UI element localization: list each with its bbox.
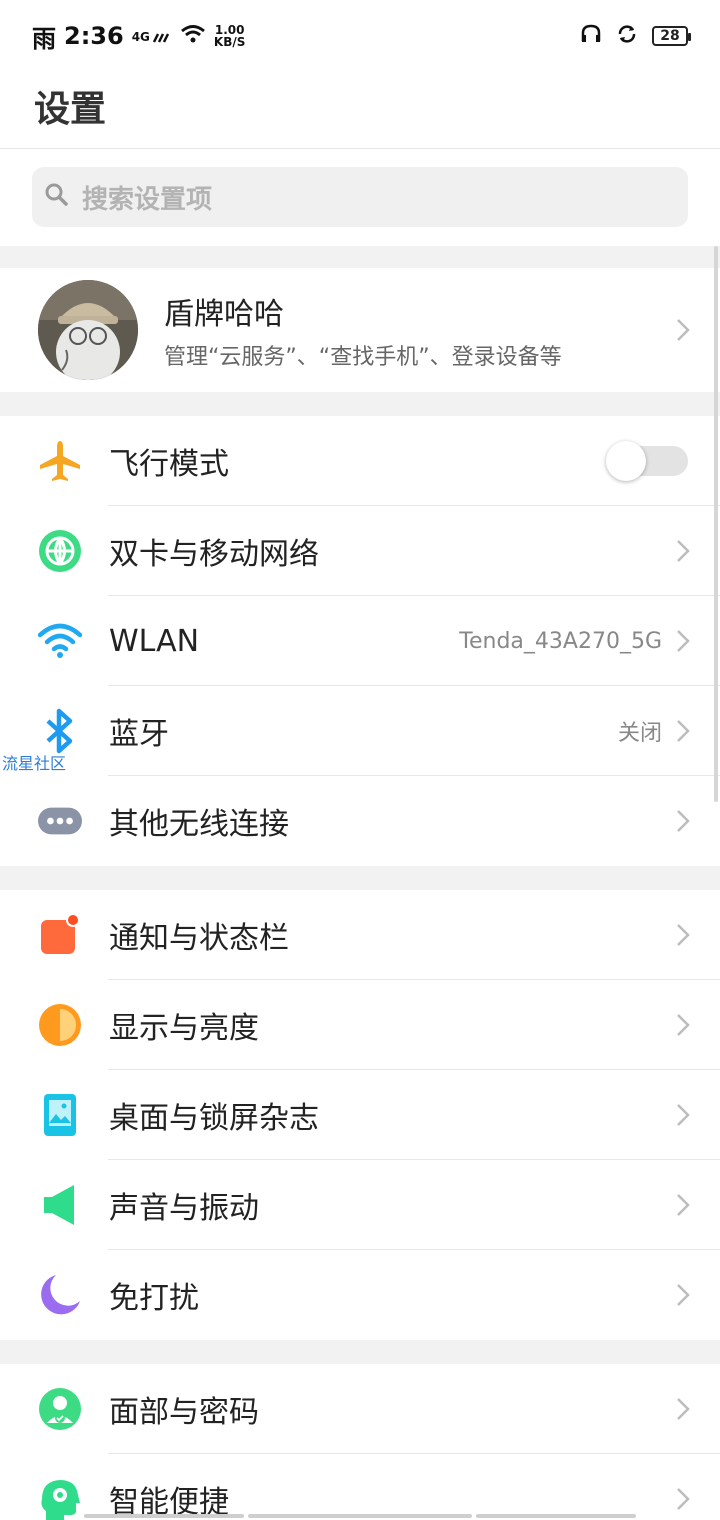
airplane-icon: [38, 439, 82, 483]
battery-icon: 28: [652, 26, 691, 46]
chevron-right-icon: [677, 319, 690, 341]
brightness-icon: [38, 1003, 82, 1047]
scrollbar[interactable]: [714, 246, 718, 802]
settings-item-label: 声音与振动: [109, 1191, 259, 1226]
settings-item-label: 其他无线连接: [109, 807, 289, 842]
sync-icon: [616, 23, 638, 49]
search-icon: [44, 182, 70, 212]
title-divider: [0, 148, 720, 149]
section-gap: [0, 866, 720, 890]
settings-item-notifications[interactable]: 通知与状态栏: [0, 890, 720, 980]
chevron-right-icon: [677, 1284, 690, 1306]
chevron-right-icon: [677, 630, 690, 652]
settings-item-value: Tenda_43A270_5G: [459, 628, 662, 654]
settings-item-value: 关闭: [617, 721, 662, 746]
settings-item-airplane-mode[interactable]: 飞行模式: [0, 416, 720, 506]
settings-item-label: 免打扰: [109, 1281, 199, 1316]
hd-call-icon: [580, 23, 602, 49]
avatar: [38, 280, 138, 380]
net-speed: 1.00 KB/S: [213, 23, 246, 49]
gesture-bar: [84, 1514, 244, 1518]
face-password-icon: [38, 1387, 82, 1431]
settings-item-dual-sim[interactable]: 双卡与移动网络: [0, 506, 720, 596]
chevron-right-icon: [677, 1488, 690, 1510]
status-bar: 雨 2:36 4G 1.00 KB/S 28: [0, 0, 720, 72]
settings-item-display[interactable]: 显示与亮度: [0, 980, 720, 1070]
settings-item-wallpaper[interactable]: 桌面与锁屏杂志: [0, 1070, 720, 1160]
notification-icon: [38, 913, 82, 957]
section-gap: [0, 1340, 720, 1364]
settings-item-label: WLAN: [109, 623, 200, 659]
settings-item-smart-assist[interactable]: 智能便捷: [0, 1454, 720, 1520]
chevron-right-icon: [677, 924, 690, 946]
toggle-knob: [606, 441, 646, 481]
settings-item-do-not-disturb[interactable]: 免打扰: [0, 1250, 720, 1340]
settings-item-label: 双卡与移动网络: [109, 537, 319, 572]
chevron-right-icon: [677, 1104, 690, 1126]
search-input[interactable]: 搜索设置项: [32, 167, 688, 227]
moon-icon: [38, 1273, 82, 1317]
account-name: 盾牌哈哈: [164, 297, 284, 332]
section-gap: [0, 246, 720, 268]
settings-item-label: 桌面与锁屏杂志: [109, 1101, 319, 1136]
settings-item-label: 面部与密码: [109, 1395, 259, 1430]
account-description: 管理“云服务”、“查找手机”、登录设备等: [164, 345, 562, 370]
watermark: 流星社区: [2, 754, 67, 773]
settings-item-label: 飞行模式: [109, 447, 229, 482]
airplane-mode-toggle[interactable]: [606, 441, 688, 481]
gesture-bar: [248, 1514, 472, 1518]
settings-item-label: 通知与状态栏: [109, 921, 289, 956]
chevron-right-icon: [677, 1398, 690, 1420]
more-dots-icon: [38, 799, 82, 843]
chevron-right-icon: [677, 720, 690, 742]
settings-item-label: 蓝牙: [109, 717, 169, 752]
speaker-icon: [38, 1183, 82, 1227]
settings-item-label: 显示与亮度: [109, 1011, 259, 1046]
gesture-bar: [476, 1514, 636, 1518]
chevron-right-icon: [677, 1014, 690, 1036]
smart-head-icon: [38, 1477, 82, 1520]
page-title: 设置: [34, 89, 107, 130]
bluetooth-icon: [38, 708, 82, 754]
wallpaper-icon: [38, 1093, 82, 1137]
weather-text: 雨: [32, 24, 56, 53]
settings-item-bluetooth[interactable]: 蓝牙 关闭: [0, 686, 720, 776]
section-gap: [0, 392, 720, 416]
chevron-right-icon: [677, 540, 690, 562]
settings-item-other-wireless[interactable]: 其他无线连接: [0, 776, 720, 866]
settings-item-wlan[interactable]: WLAN Tenda_43A270_5G: [0, 596, 720, 686]
clock: 2:36: [64, 22, 124, 50]
settings-item-face-password[interactable]: 面部与密码: [0, 1364, 720, 1454]
search-placeholder: 搜索设置项: [82, 184, 213, 215]
wifi-status-icon: [180, 22, 206, 50]
globe-icon: [38, 529, 82, 573]
signal-icon: 4G: [132, 28, 172, 44]
chevron-right-icon: [677, 810, 690, 832]
account-card[interactable]: 盾牌哈哈 管理“云服务”、“查找手机”、登录设备等: [0, 268, 720, 392]
wifi-icon: [38, 619, 82, 663]
settings-item-sound[interactable]: 声音与振动: [0, 1160, 720, 1250]
chevron-right-icon: [677, 1194, 690, 1216]
